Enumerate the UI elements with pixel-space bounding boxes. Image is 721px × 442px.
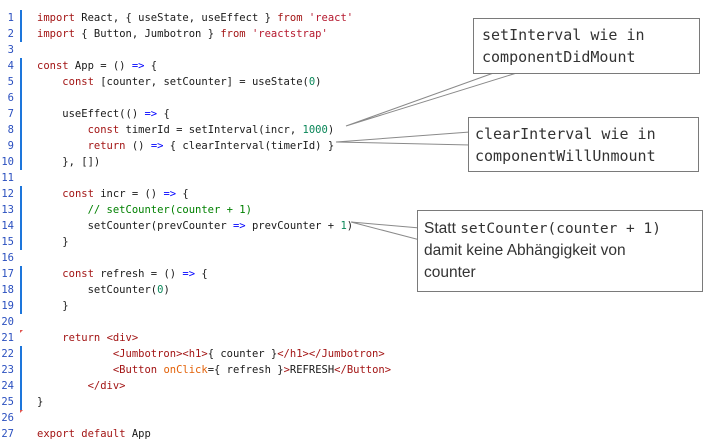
callout-clearinterval: clearInterval wie in componentWillUnmoun… bbox=[468, 117, 699, 172]
callout-clearinterval-text: wie in bbox=[592, 125, 656, 143]
callout-setinterval-code: setInterval bbox=[482, 26, 582, 44]
callout-setinterval-line2: componentDidMount bbox=[482, 48, 636, 66]
callout-statt-line3: counter bbox=[424, 264, 476, 281]
callout-statt-line2: damit keine Abhängigkeit von bbox=[424, 242, 626, 259]
callout-setinterval-text: wie in bbox=[581, 26, 645, 44]
callout-statt-code: setCounter(counter + 1) bbox=[460, 221, 661, 237]
callout-setinterval: setInterval wie in componentDidMount bbox=[473, 18, 700, 74]
callout-statt-setcounter: Statt setCounter(counter + 1) damit kein… bbox=[417, 210, 703, 292]
callout-statt-text: Statt bbox=[424, 220, 461, 237]
callout-clearinterval-line2: componentWillUnmount bbox=[475, 147, 656, 165]
callout-clearinterval-code: clearInterval bbox=[475, 125, 593, 143]
